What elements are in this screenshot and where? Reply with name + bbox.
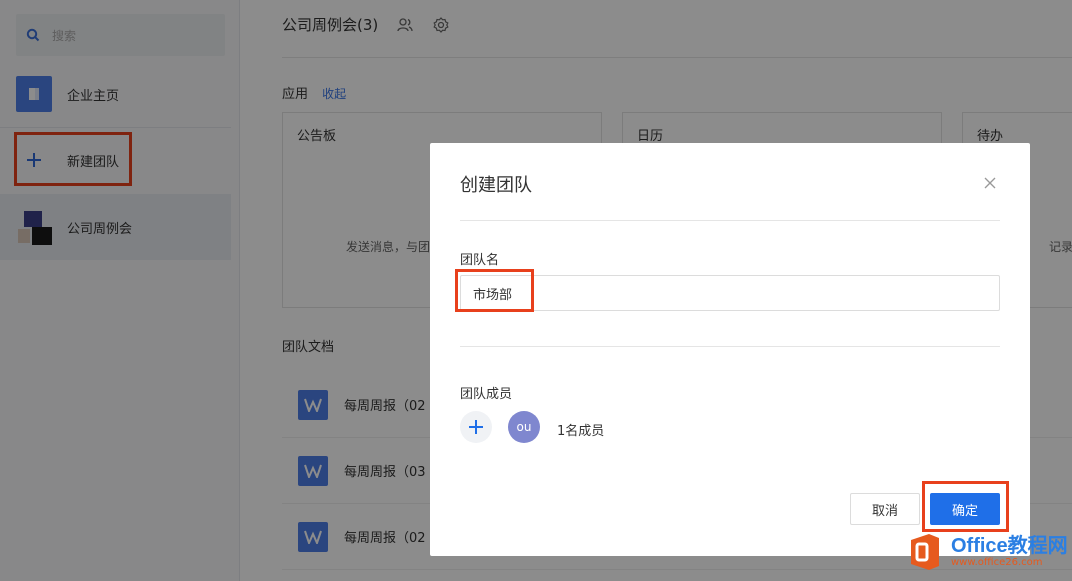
watermark: Office教程网 www.office26.com xyxy=(905,532,1068,572)
watermark-text: Office教程网 xyxy=(951,535,1068,557)
add-member-button[interactable] xyxy=(460,411,492,443)
dialog-divider xyxy=(460,220,1000,221)
plus-icon xyxy=(469,420,483,434)
team-members-label: 团队成员 xyxy=(460,383,512,402)
team-name-field[interactable] xyxy=(460,275,1000,311)
cancel-button[interactable]: 取消 xyxy=(850,493,920,525)
highlight-box-team-name xyxy=(455,269,534,312)
dialog-title: 创建团队 xyxy=(460,171,532,197)
office-logo-icon xyxy=(905,532,945,572)
member-count: 1名成员 xyxy=(557,420,604,439)
close-icon[interactable] xyxy=(983,176,997,190)
highlight-box-confirm xyxy=(922,481,1009,532)
dialog-divider xyxy=(460,346,1000,347)
avatar[interactable]: ou xyxy=(508,411,540,443)
watermark-url: www.office26.com xyxy=(951,557,1068,569)
team-name-label: 团队名 xyxy=(460,249,499,268)
